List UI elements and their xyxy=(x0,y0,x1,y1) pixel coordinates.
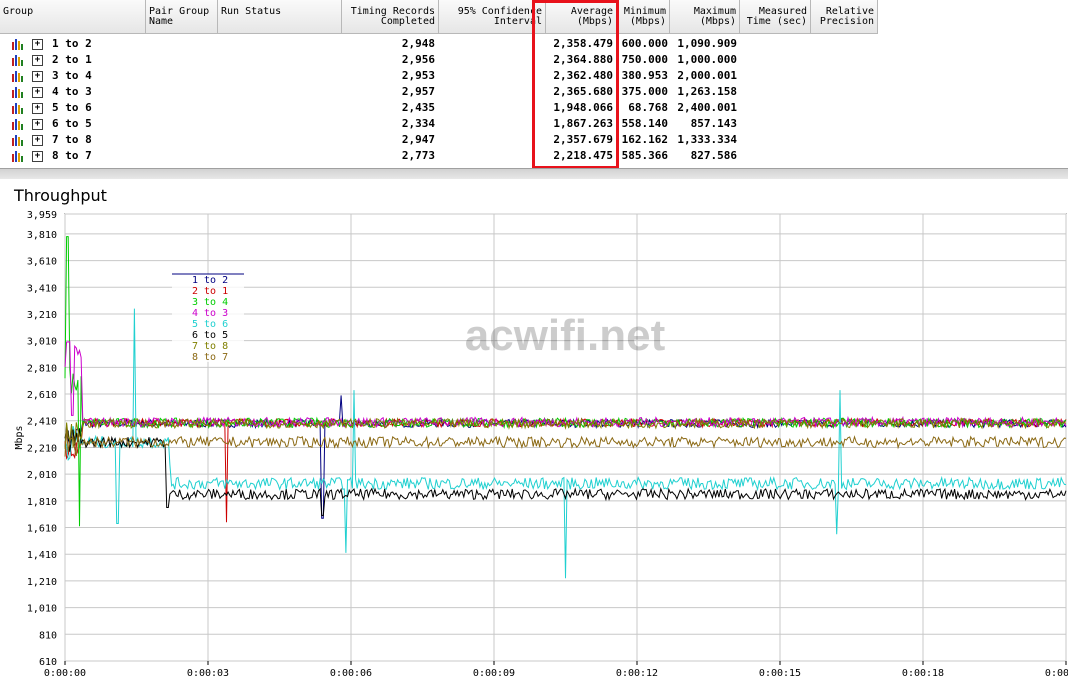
expand-icon[interactable]: + xyxy=(32,55,43,66)
legend-entry: 6 to 5 xyxy=(192,330,228,341)
cell-minimum: 162.162 xyxy=(621,133,668,146)
expand-icon[interactable]: + xyxy=(32,87,43,98)
cell-maximum: 1,263.158 xyxy=(677,85,737,98)
y-tick-label: 3,210 xyxy=(27,310,57,321)
cell-group: 8 to 7 xyxy=(52,149,92,162)
legend-entry: 8 to 7 xyxy=(192,352,228,363)
pane-splitter[interactable] xyxy=(0,168,1068,179)
y-tick-label: 3,610 xyxy=(27,257,57,268)
bar-chart-icon xyxy=(12,103,23,114)
header-timing-records[interactable]: Timing Records Completed xyxy=(342,0,439,34)
bar-chart-icon xyxy=(12,55,23,66)
cell-records: 2,957 xyxy=(401,85,435,98)
y-axis-label: Mbps xyxy=(14,425,25,449)
cell-group: 3 to 4 xyxy=(52,69,92,82)
y-tick-label: 3,010 xyxy=(27,337,57,348)
header-measured-time[interactable]: Measured Time (sec) xyxy=(740,0,811,34)
cell-maximum: 1,090.909 xyxy=(677,37,737,50)
bar-chart-icon xyxy=(12,119,23,130)
y-tick-label: 3,810 xyxy=(27,230,57,241)
legend-entry: 2 to 1 xyxy=(192,286,228,297)
cell-records: 2,948 xyxy=(401,37,435,50)
y-tick-label: 2,210 xyxy=(27,443,57,454)
y-tick-label: 1,410 xyxy=(27,550,57,561)
header-pair-group-name[interactable]: Pair Group Name xyxy=(146,0,218,34)
header-relative-precision[interactable]: Relative Precision xyxy=(811,0,878,34)
cell-minimum: 375.000 xyxy=(621,85,668,98)
cell-maximum: 1,333.334 xyxy=(677,133,737,146)
cell-minimum: 380.953 xyxy=(621,69,668,82)
cell-records: 2,334 xyxy=(401,117,435,130)
x-tick-label: 0:00:12 xyxy=(616,668,658,679)
cell-group: 1 to 2 xyxy=(52,37,92,50)
cell-records: 2,773 xyxy=(401,149,435,162)
cell-minimum: 750.000 xyxy=(621,53,668,66)
legend-entry: 4 to 3 xyxy=(192,308,228,319)
x-tick-label: 0:00:15 xyxy=(759,668,801,679)
cell-minimum: 600.000 xyxy=(621,37,668,50)
throughput-chart: 3,959 3,810 3,610 3,410 3,210 3,010 2,810 2,610… xyxy=(14,210,1068,679)
bar-chart-icon xyxy=(12,135,23,146)
header-run-status[interactable]: Run Status xyxy=(218,0,342,34)
x-tick-label: 0:00:06 xyxy=(330,668,372,679)
bar-chart-icon xyxy=(12,87,23,98)
y-tick-label: 2,010 xyxy=(27,470,57,481)
y-tick-label: 3,959 xyxy=(27,210,57,221)
y-tick-label: 1,810 xyxy=(27,497,57,508)
x-tick-label: 0:00:09 xyxy=(473,668,515,679)
cell-maximum: 827.586 xyxy=(690,149,737,162)
cell-records: 2,956 xyxy=(401,53,435,66)
header-minimum[interactable]: Minimum (Mbps) xyxy=(617,0,670,34)
cell-minimum: 585.366 xyxy=(621,149,668,162)
cell-minimum: 558.140 xyxy=(621,117,668,130)
legend-entry: 7 to 8 xyxy=(192,341,228,352)
cell-maximum: 2,400.001 xyxy=(677,101,737,114)
header-confidence[interactable]: 95% Confidence Interval xyxy=(439,0,546,34)
y-tick-label: 810 xyxy=(39,630,57,641)
results-table: Group Pair Group Name Run Status Timing … xyxy=(0,0,1068,169)
x-tick-label: 0:00:00 xyxy=(44,668,86,679)
cell-group: 5 to 6 xyxy=(52,101,92,114)
y-tick-label: 2,610 xyxy=(27,390,57,401)
expand-icon[interactable]: + xyxy=(32,71,43,82)
cell-records: 2,953 xyxy=(401,69,435,82)
x-tick-label: 0:00:21 xyxy=(1045,668,1068,679)
bar-chart-icon xyxy=(12,71,23,82)
cell-group: 4 to 3 xyxy=(52,85,92,98)
bar-chart-icon xyxy=(12,39,23,50)
y-tick-label: 1,010 xyxy=(27,604,57,615)
cell-maximum: 857.143 xyxy=(690,117,737,130)
y-tick-label: 1,610 xyxy=(27,524,57,535)
legend-entry: 5 to 6 xyxy=(192,319,228,330)
y-tick-label: 610 xyxy=(39,657,57,668)
y-tick-label: 2,410 xyxy=(27,417,57,428)
x-tick-label: 0:00:18 xyxy=(902,668,944,679)
cell-minimum: 68.768 xyxy=(628,101,668,114)
cell-records: 2,947 xyxy=(401,133,435,146)
expand-icon[interactable]: + xyxy=(32,39,43,50)
cell-group: 2 to 1 xyxy=(52,53,92,66)
legend-entry: 3 to 4 xyxy=(192,297,228,308)
expand-icon[interactable]: + xyxy=(32,119,43,130)
header-maximum[interactable]: Maximum (Mbps) xyxy=(670,0,740,34)
bar-chart-icon xyxy=(12,151,23,162)
cell-maximum: 2,000.001 xyxy=(677,69,737,82)
expand-icon[interactable]: + xyxy=(32,103,43,114)
x-tick-label: 0:00:03 xyxy=(187,668,229,679)
cell-maximum: 1,000.000 xyxy=(677,53,737,66)
watermark: acwifi.net xyxy=(465,311,666,360)
header-group[interactable]: Group xyxy=(0,0,146,34)
expand-icon[interactable]: + xyxy=(32,135,43,146)
highlight-box xyxy=(532,0,619,169)
cell-records: 2,435 xyxy=(401,101,435,114)
y-tick-label: 2,810 xyxy=(27,363,57,374)
legend-entry: 1 to 2 xyxy=(192,275,228,286)
cell-group: 6 to 5 xyxy=(52,117,92,130)
y-tick-label: 3,410 xyxy=(27,283,57,294)
expand-icon[interactable]: + xyxy=(32,151,43,162)
cell-group: 7 to 8 xyxy=(52,133,92,146)
y-tick-label: 1,210 xyxy=(27,577,57,588)
